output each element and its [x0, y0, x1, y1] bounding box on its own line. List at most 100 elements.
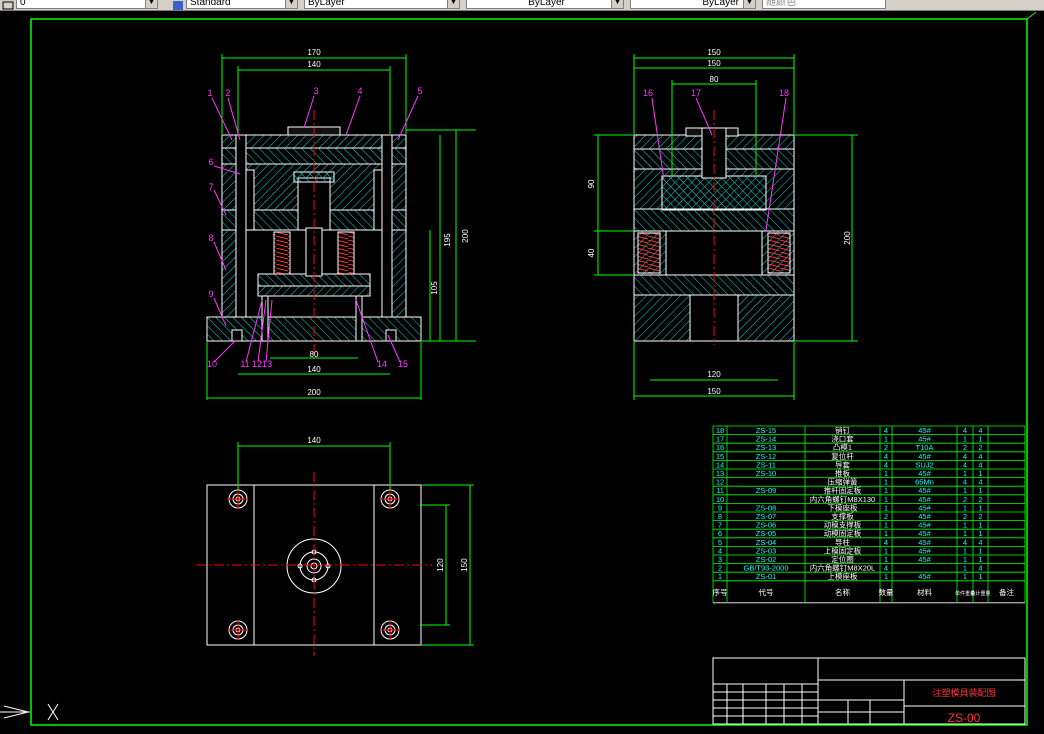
- drawing-title: 注塑模具装配图: [932, 687, 995, 698]
- bom-cell-name: 凸模1: [833, 442, 852, 452]
- chevron-down-icon: ▼: [285, 0, 297, 8]
- callout-3: 3: [313, 86, 318, 96]
- bom-cell-name: 压缩弹簧: [828, 477, 858, 487]
- drawing-canvas[interactable]: 170 140 80 140 200 195 200 105 1 2 3 4 5…: [0, 11, 1044, 734]
- front-section-view: [206, 110, 422, 360]
- color-dropdown[interactable]: ByLayer ▼: [304, 0, 460, 9]
- chevron-down-icon: ▼: [743, 0, 755, 8]
- dim-200-bottom: 200: [307, 388, 321, 397]
- callout-8: 8: [208, 233, 213, 243]
- plot-style-dropdown[interactable]: 随颜色: [762, 0, 886, 9]
- dim-195: 195: [443, 233, 452, 247]
- top-dim-140: 140: [307, 436, 321, 445]
- bom-header-mat: 材料: [917, 587, 932, 597]
- layer-state-icon[interactable]: [2, 0, 14, 10]
- bom-cell-name: 动模固定板: [824, 528, 862, 538]
- layer-dropdown[interactable]: 0 ▼: [16, 0, 158, 9]
- bom-cell-name: 内六角螺钉M8X130: [810, 494, 875, 504]
- bom-cell-name: 定位圈: [831, 554, 854, 564]
- bom-cell-name: 导柱: [835, 537, 850, 547]
- top-dimensions: [237, 442, 474, 646]
- dim-140: 140: [307, 60, 321, 69]
- callout-5: 5: [417, 86, 422, 96]
- side-section-view: [633, 110, 795, 345]
- bom-header-remark: 备注: [999, 587, 1014, 597]
- chevron-down-icon: ▼: [145, 0, 157, 8]
- callout-16: 16: [643, 88, 653, 98]
- bom-cell-name: 导套: [835, 459, 850, 469]
- color-value: ByLayer: [308, 0, 345, 8]
- side-dim-120: 120: [707, 370, 721, 379]
- linetype-value: ByLayer: [528, 0, 565, 8]
- bom-cell-name: 下模座板: [828, 502, 858, 512]
- callout-9: 9: [208, 289, 213, 299]
- bom-table: 18 ZS-15 销钉 4 45# 4 417 ZS-14 浇口套 1 45# 1 116 ZS-13 凸模…: [713, 425, 1026, 604]
- bom-header-qty: 数量: [879, 587, 894, 597]
- callout-14: 14: [377, 359, 387, 369]
- dim-170: 170: [307, 48, 321, 57]
- callout-18: 18: [779, 88, 789, 98]
- bom-cell-name: 推板: [835, 468, 850, 478]
- side-dim-150-c: 150: [707, 387, 721, 396]
- bom-cell-name: 支撑板: [831, 511, 854, 521]
- callout-6: 6: [208, 157, 213, 167]
- callout-4: 4: [357, 86, 362, 96]
- callout-12: 12: [252, 359, 262, 369]
- bom-cell-code: ZS-10: [756, 469, 776, 478]
- side-dim-90: 90: [587, 179, 596, 188]
- bom-cell-code: ZS-01: [756, 572, 776, 581]
- bom-cell-mat: 45#: [918, 555, 931, 564]
- text-style-value: Standard: [190, 0, 231, 8]
- properties-toolbar: 0 ▼ Standard ▼ ByLayer ▼ ByLayer ▼ ByLay…: [0, 0, 1044, 11]
- bom-cell-name: 动模支撑板: [824, 520, 862, 530]
- callout-11: 11: [240, 359, 249, 369]
- side-dim-150-a: 150: [707, 48, 721, 57]
- bom-cell-no: 1: [718, 572, 722, 581]
- dim-200: 200: [461, 229, 470, 243]
- linetype-dropdown[interactable]: ByLayer ▼: [466, 0, 624, 9]
- callout-17: 17: [691, 88, 701, 98]
- drawing-number: ZS-00: [948, 711, 981, 725]
- bom-cell-name: 上模固定板: [824, 545, 862, 555]
- bom-header-no: 序号: [713, 587, 728, 597]
- side-dim-40: 40: [587, 248, 596, 257]
- bom-header-code: 代号: [759, 587, 774, 597]
- bom-cell-name: 上模座板: [828, 571, 858, 581]
- chevron-down-icon: ▼: [447, 0, 459, 8]
- plot-style-value: 随颜色: [766, 0, 796, 8]
- bom-cell-name: 内六角螺钉M8X20L: [810, 563, 875, 573]
- callout-1: 1: [207, 88, 212, 98]
- bom-cell-name: 复位杆: [831, 451, 854, 461]
- callout-10: 10: [207, 359, 217, 369]
- bom-cell-code: ZS-09: [756, 486, 776, 495]
- ucs-icon: [0, 703, 59, 721]
- bom-cell-qty: 1: [884, 572, 888, 581]
- bom-cell-name: 浇口套: [831, 434, 854, 444]
- bom-cell-a: 1: [963, 572, 967, 581]
- callout-15: 15: [398, 359, 408, 369]
- text-style-icon[interactable]: [172, 0, 184, 10]
- chevron-down-icon: ▼: [611, 0, 623, 8]
- callout-13: 13: [262, 359, 272, 369]
- top-dim-150: 150: [460, 558, 469, 572]
- bom-header-name: 名称: [835, 587, 850, 597]
- dim-140-bottom: 140: [307, 365, 321, 374]
- frame-corner: [1026, 11, 1037, 20]
- dim-80: 80: [310, 350, 319, 359]
- callout-2: 2: [225, 88, 230, 98]
- bom-header-b: 总计重量: [970, 590, 990, 597]
- bom-cell-name: 销钉: [835, 425, 850, 435]
- side-dim-200: 200: [843, 231, 852, 245]
- bom-cell-mat: 45#: [918, 572, 931, 581]
- bom-cell-b: 1: [978, 572, 982, 581]
- text-style-dropdown[interactable]: Standard ▼: [186, 0, 298, 9]
- side-dim-150-b: 150: [707, 59, 721, 68]
- top-dim-120: 120: [436, 558, 445, 572]
- callout-7: 7: [208, 182, 213, 192]
- lineweight-dropdown[interactable]: ByLayer ▼: [630, 0, 756, 9]
- layer-value: 0: [20, 0, 26, 8]
- drawing-frame: [30, 18, 1028, 726]
- side-dim-80: 80: [710, 75, 719, 84]
- bom-cell-name: 推杆固定板: [824, 485, 862, 495]
- top-centerlines: [196, 472, 432, 656]
